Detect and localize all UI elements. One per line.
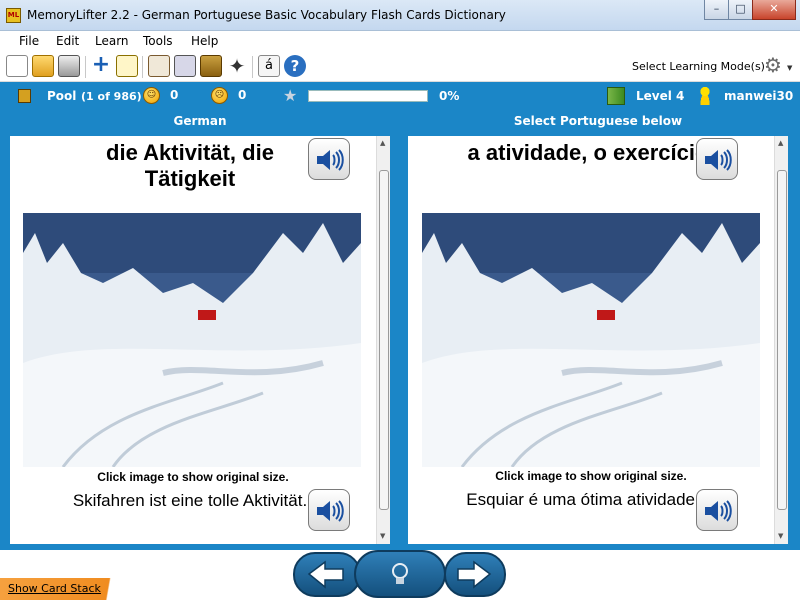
correct-count: 0 — [170, 88, 179, 102]
chevron-down-icon[interactable]: ▼ — [787, 64, 792, 72]
scroll-up-icon[interactable]: ▲ — [380, 139, 385, 147]
maximize-button[interactable]: □ — [728, 0, 753, 20]
select-learning-mode-label[interactable]: Select Learning Mode(s) — [632, 60, 765, 73]
play-audio-button[interactable] — [308, 138, 350, 180]
hint-button[interactable] — [354, 550, 446, 598]
special-character-button[interactable]: á — [258, 55, 280, 77]
answer-panel: a atividade, o exercício Click image to … — [408, 136, 774, 544]
previous-card-button[interactable] — [293, 552, 361, 597]
pool-label: Pool — [47, 89, 77, 103]
snow-skiing-image[interactable] — [23, 213, 361, 467]
answer-sentence: Esquiar é uma ótima atividade. — [466, 490, 700, 509]
star-icon: ★ — [283, 86, 298, 105]
add-card-icon[interactable]: + — [90, 54, 112, 77]
presentation-icon[interactable] — [148, 55, 170, 77]
window-title: MemoryLifter 2.2 - German Portuguese Bas… — [27, 8, 506, 22]
status-bar: Pool (1 of 986) ☺ 0 ☹ 0 ★ 0% Level 4 man… — [0, 82, 800, 110]
level-label: Level 4 — [636, 89, 685, 103]
snow-skiing-picture — [422, 213, 760, 467]
speaker-icon — [705, 500, 732, 522]
tools-icon[interactable]: ✦ — [226, 55, 248, 77]
happy-smiley-icon: ☺ — [143, 87, 160, 104]
pool-count: (1 of 986) — [81, 90, 142, 103]
image-caption: Click image to show original size. — [97, 470, 289, 484]
toolbar-separator — [142, 56, 143, 78]
scroll-thumb[interactable] — [777, 170, 787, 510]
show-card-stack-tab[interactable]: Show Card Stack — [0, 578, 125, 600]
close-button[interactable]: ✕ — [752, 0, 796, 20]
gear-icon[interactable]: ⚙ — [764, 54, 786, 76]
menu-file[interactable]: File — [19, 34, 39, 48]
image-caption: Click image to show original size. — [495, 469, 687, 483]
play-sentence-audio-button[interactable] — [696, 489, 738, 531]
pool-box-icon — [18, 89, 31, 103]
open-folder-icon[interactable] — [32, 55, 54, 77]
answer-scrollbar[interactable]: ▲ ▼ — [774, 136, 788, 544]
show-card-stack-link[interactable]: Show Card Stack — [8, 582, 101, 595]
question-word: die Aktivität, die Tätigkeit — [106, 140, 274, 191]
new-file-icon[interactable] — [6, 55, 28, 77]
speaker-icon — [317, 500, 344, 522]
toolbar-separator — [252, 56, 253, 78]
menu-edit[interactable]: Edit — [56, 34, 79, 48]
scroll-down-icon[interactable]: ▼ — [778, 532, 783, 540]
user-icon — [698, 87, 712, 105]
progress-percent: 0% — [439, 89, 460, 103]
snow-skiing-picture — [23, 213, 361, 467]
edit-card-icon[interactable] — [116, 55, 138, 77]
menu-help[interactable]: Help — [191, 34, 218, 48]
app-icon: ML — [6, 8, 21, 23]
title-bar: ML MemoryLifter 2.2 - German Portuguese … — [0, 0, 800, 31]
scroll-thumb[interactable] — [379, 170, 389, 510]
next-card-button[interactable] — [444, 552, 506, 597]
speaker-icon — [705, 149, 732, 171]
play-sentence-audio-button[interactable] — [308, 489, 350, 531]
answer-header: Select Portuguese below — [513, 114, 683, 128]
menu-learn[interactable]: Learn — [95, 34, 129, 48]
progress-bar — [308, 90, 428, 102]
question-sentence: Skifahren ist eine tolle Aktivität. — [72, 491, 308, 510]
right-arrow-icon — [457, 560, 492, 589]
left-arrow-icon — [307, 560, 344, 589]
question-header: German — [173, 114, 227, 128]
question-scrollbar[interactable]: ▲ ▼ — [376, 136, 390, 544]
statistics-icon[interactable] — [174, 55, 196, 77]
scroll-up-icon[interactable]: ▲ — [778, 139, 783, 147]
toolbar-separator — [85, 56, 86, 78]
lightbulb-icon — [392, 563, 408, 584]
card-box-icon[interactable] — [200, 55, 222, 77]
help-icon[interactable]: ? — [284, 55, 306, 77]
answer-word: a atividade, o exercício — [467, 140, 709, 165]
print-icon[interactable] — [58, 55, 80, 77]
scroll-down-icon[interactable]: ▼ — [380, 532, 385, 540]
user-name: manwei30 — [724, 89, 794, 103]
sad-smiley-icon: ☹ — [211, 87, 228, 104]
speaker-icon — [317, 149, 344, 171]
wrong-count: 0 — [238, 88, 247, 102]
level-box-icon — [607, 87, 625, 105]
snow-skiing-image[interactable] — [422, 213, 760, 467]
play-audio-button[interactable] — [696, 138, 738, 180]
minimize-button[interactable]: – — [704, 0, 729, 20]
menu-bar: File Edit Learn Tools Help — [0, 31, 800, 52]
menu-tools[interactable]: Tools — [143, 34, 173, 48]
question-panel: die Aktivität, die Tätigkeit Click image… — [10, 136, 376, 544]
toolbar: + ✦ á ? Select Learning Mode(s) — [0, 52, 800, 82]
